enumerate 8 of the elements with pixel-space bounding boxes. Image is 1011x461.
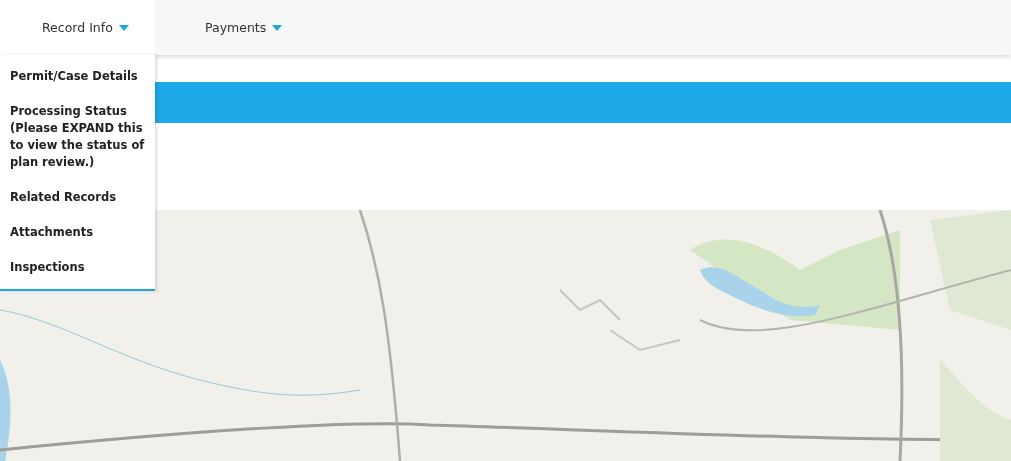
menu-item[interactable]: Processing Status (Please EXPAND this to view the status of plan review.) [0, 94, 155, 180]
menu-item[interactable]: Related Records [0, 180, 155, 215]
caret-icon [118, 24, 129, 31]
menu-item[interactable]: Permit/Case Details [0, 59, 155, 94]
menu-item[interactable]: Inspections [0, 250, 155, 285]
nav-menu-button[interactable]: Payments [155, 0, 283, 55]
menu-item[interactable]: Attachments [0, 215, 155, 250]
caret-icon [272, 24, 283, 31]
